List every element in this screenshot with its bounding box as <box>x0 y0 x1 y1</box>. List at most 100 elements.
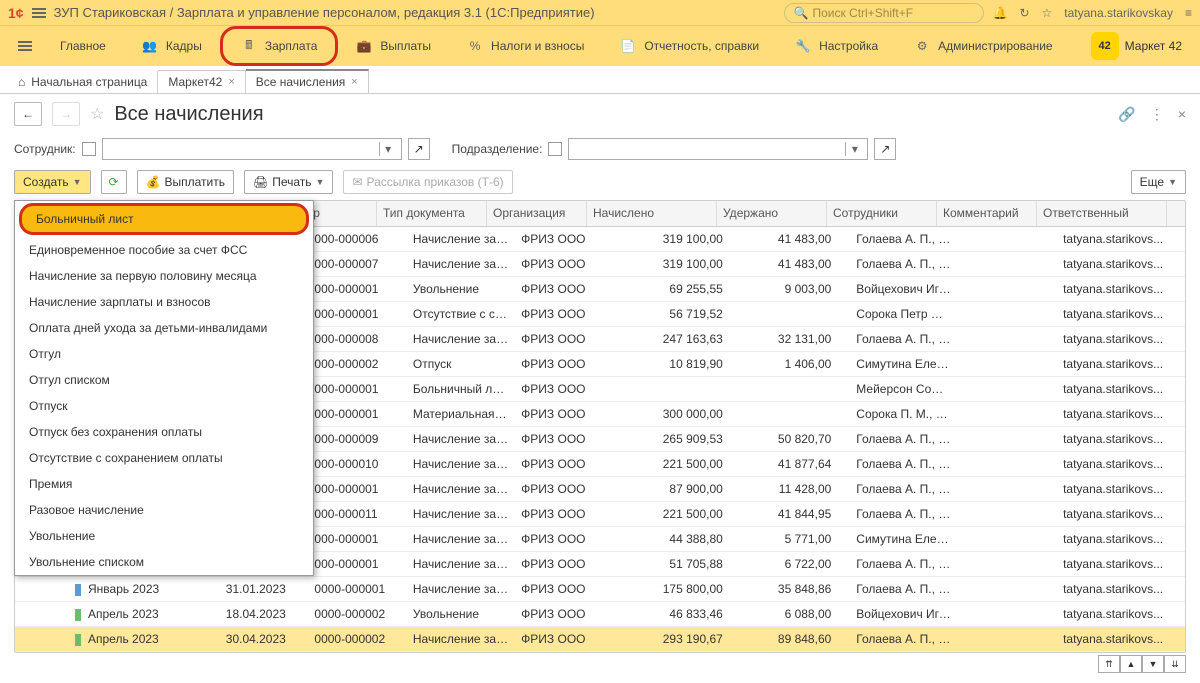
tab-market42-label: Маркет42 <box>168 75 222 89</box>
page-title: Все начисления <box>114 103 263 126</box>
menu-reports-label: Отчетность, справки <box>644 39 759 53</box>
dd-item[interactable]: Увольнение списком <box>15 549 313 575</box>
more-button[interactable]: Еще▼ <box>1131 170 1186 194</box>
menu-admin[interactable]: ⚙ Администрирование <box>896 26 1070 66</box>
tabs-row: ⌂Начальная страница Маркет42 × Все начисл… <box>0 66 1200 94</box>
dd-item[interactable]: Больничный лист <box>19 203 309 235</box>
search-icon: 🔍 <box>793 6 808 20</box>
tab-home[interactable]: ⌂Начальная страница <box>8 71 158 93</box>
menu-kadry-label: Кадры <box>166 39 202 53</box>
gear-icon: ⚙ <box>914 38 930 54</box>
money-icon: 💰 <box>146 175 161 189</box>
menu-main-label: Главное <box>60 39 106 53</box>
menu-vyplaty[interactable]: 💼Выплаты <box>338 26 449 66</box>
menu-nalogi[interactable]: % Налоги и взносы <box>449 26 602 66</box>
employee-filter-input[interactable]: ▾ <box>102 138 402 160</box>
star-icon[interactable]: ☆ <box>1042 6 1053 20</box>
market42-badge[interactable]: 42 <box>1091 32 1119 60</box>
th-accrued[interactable]: Начислено <box>587 201 717 226</box>
employee-open-button[interactable]: ↗ <box>408 138 430 160</box>
global-search[interactable]: 🔍 Поиск Ctrl+Shift+F <box>784 3 984 23</box>
nav-first[interactable]: ⇈ <box>1098 655 1120 673</box>
tab-accruals-label: Все начисления <box>256 75 346 89</box>
titlebar-menu-icon[interactable]: ≡ <box>1185 6 1192 20</box>
dd-item[interactable]: Премия <box>15 471 313 497</box>
market42-label[interactable]: Маркет 42 <box>1125 39 1182 53</box>
forward-button: → <box>52 102 80 126</box>
dd-item[interactable]: Увольнение <box>15 523 313 549</box>
favorite-icon[interactable]: ☆ <box>90 104 104 124</box>
menu-reports[interactable]: 📄Отчетность, справки <box>602 26 777 66</box>
refresh-button[interactable]: ⟳ <box>101 170 127 194</box>
tab-market42[interactable]: Маркет42 × <box>158 70 245 93</box>
calculator-icon: 🖩 <box>241 38 257 54</box>
create-dropdown: Больничный листЕдиновременное пособие за… <box>14 200 314 576</box>
th-type[interactable]: Тип документа <box>377 201 487 226</box>
th-org[interactable]: Организация <box>487 201 587 226</box>
table-row[interactable]: Январь 202331.01.20230000-000001Начислен… <box>15 577 1185 602</box>
dd-item[interactable]: Единовременное пособие за счет ФСС <box>15 237 313 263</box>
table-row[interactable]: Апрель 202330.04.20230000-000002Начислен… <box>15 627 1185 652</box>
nav-down[interactable]: ▼ <box>1142 655 1164 673</box>
nav-up[interactable]: ▲ <box>1120 655 1142 673</box>
doc-icon <box>75 609 82 621</box>
pay-label: Выплатить <box>164 175 225 189</box>
close-icon[interactable]: × <box>228 76 234 88</box>
dd-item[interactable]: Начисление зарплаты и взносов <box>15 289 313 315</box>
dd-item[interactable]: Отпуск без сохранения оплаты <box>15 419 313 445</box>
menu-nalogi-label: Налоги и взносы <box>491 39 584 53</box>
titlebar: 1¢ ЗУП Стариковская / Зарплата и управле… <box>0 0 1200 26</box>
table-row[interactable]: Апрель 202318.04.20230000-000002Увольнен… <box>15 602 1185 627</box>
print-icon: 🖨 <box>253 175 268 189</box>
sections-icon[interactable] <box>18 41 32 51</box>
menu-admin-label: Администрирование <box>938 39 1052 53</box>
kebab-icon[interactable]: ⋮ <box>1150 106 1164 123</box>
menu-settings[interactable]: 🔧Настройка <box>777 26 896 66</box>
employee-filter-checkbox[interactable] <box>82 142 96 156</box>
close-icon[interactable]: × <box>351 76 357 88</box>
window-title: ЗУП Стариковская / Зарплата и управление… <box>54 5 777 20</box>
dd-item[interactable]: Отгул <box>15 341 313 367</box>
dd-item[interactable]: Отпуск <box>15 393 313 419</box>
th-comment[interactable]: Комментарий <box>937 201 1037 226</box>
search-placeholder: Поиск Ctrl+Shift+F <box>812 6 913 20</box>
menu-main[interactable]: Главное <box>42 26 124 66</box>
username[interactable]: tatyana.starikovskay <box>1064 6 1173 20</box>
dd-item[interactable]: Оплата дней ухода за детьми-инвалидами <box>15 315 313 341</box>
close-page-icon[interactable]: × <box>1178 106 1186 123</box>
nav-last[interactable]: ⇊ <box>1164 655 1186 673</box>
th-deducted[interactable]: Удержано <box>717 201 827 226</box>
pay-button[interactable]: 💰Выплатить <box>137 170 234 194</box>
dd-item[interactable]: Разовое начисление <box>15 497 313 523</box>
toolbar: Создать▼ ⟳ 💰Выплатить 🖨Печать▼ ✉Рассылка… <box>0 164 1200 200</box>
create-button[interactable]: Создать▼ <box>14 170 91 194</box>
percent-icon: % <box>467 38 483 54</box>
tab-accruals[interactable]: Все начисления × <box>246 69 369 93</box>
back-button[interactable]: ← <box>14 102 42 126</box>
th-employees[interactable]: Сотрудники <box>827 201 937 226</box>
chevron-down-icon[interactable]: ▾ <box>379 142 397 156</box>
bell-icon[interactable]: 🔔 <box>992 6 1007 20</box>
dd-item[interactable]: Отгул списком <box>15 367 313 393</box>
filter-row: Сотрудник: ▾ ↗ Подразделение: ▾ ↗ <box>0 134 1200 164</box>
print-label: Печать <box>272 175 311 189</box>
link-icon[interactable]: 🔗 <box>1118 106 1135 123</box>
menu-kadry[interactable]: 👥Кадры <box>124 26 220 66</box>
dept-filter-input[interactable]: ▾ <box>568 138 868 160</box>
history-icon[interactable]: ↻ <box>1019 6 1029 20</box>
menu-icon[interactable] <box>32 8 46 18</box>
logo-1c: 1¢ <box>8 5 24 21</box>
menu-zarplata[interactable]: 🖩Зарплата <box>220 26 339 66</box>
dept-filter-checkbox[interactable] <box>548 142 562 156</box>
chevron-down-icon[interactable]: ▾ <box>845 142 863 156</box>
th-responsible[interactable]: Ответственный <box>1037 201 1167 226</box>
home-icon: ⌂ <box>18 75 25 89</box>
dd-item[interactable]: Начисление за первую половину месяца <box>15 263 313 289</box>
dept-open-button[interactable]: ↗ <box>874 138 896 160</box>
main-menu: Главное 👥Кадры 🖩Зарплата 💼Выплаты % Налог… <box>0 26 1200 66</box>
dd-item[interactable]: Отсутствие с сохранением оплаты <box>15 445 313 471</box>
table-nav: ⇈ ▲ ▼ ⇊ <box>14 655 1186 673</box>
wrench-icon: 🔧 <box>795 38 811 54</box>
wallet-icon: 💼 <box>356 38 372 54</box>
print-button[interactable]: 🖨Печать▼ <box>244 170 333 194</box>
